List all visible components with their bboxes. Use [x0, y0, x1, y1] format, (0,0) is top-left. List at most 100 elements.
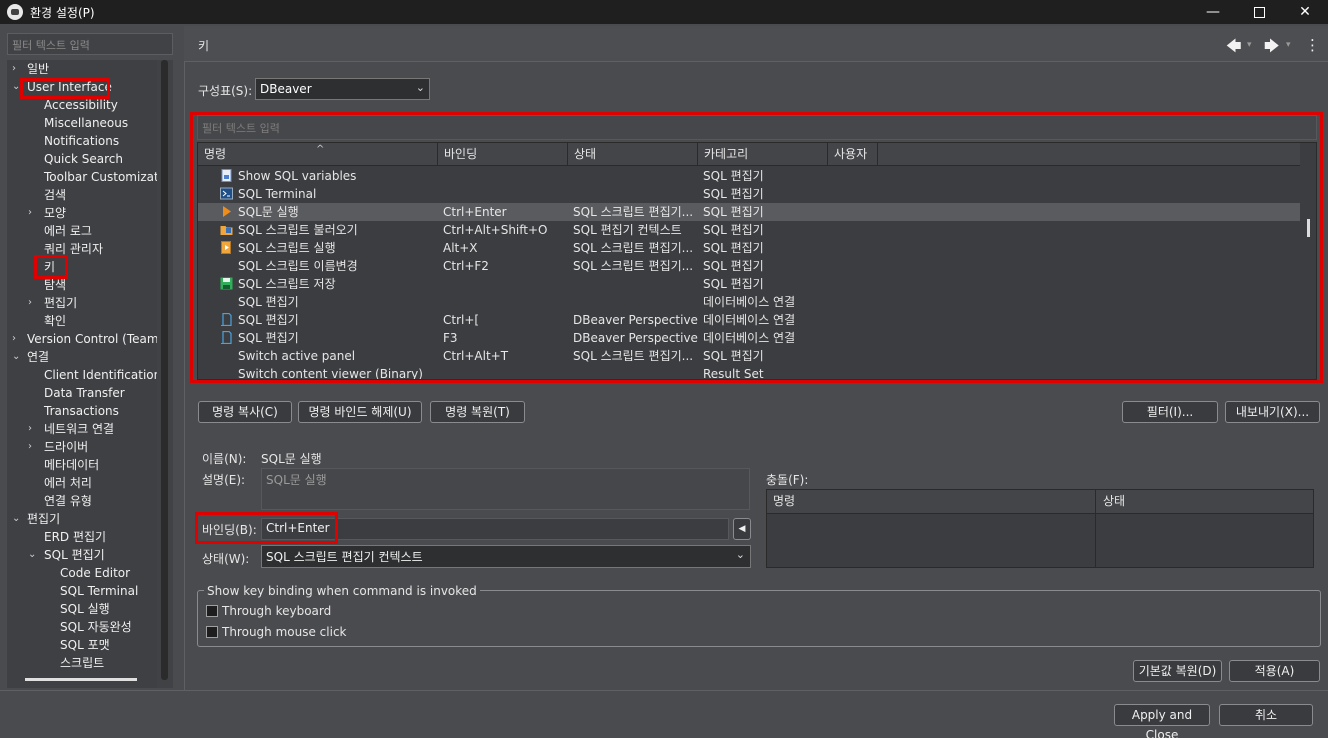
through-keyboard-label[interactable]: Through keyboard: [222, 604, 331, 618]
tree-item[interactable]: SQL 편집기: [44, 546, 105, 564]
collapsed-arrow-icon[interactable]: ›: [12, 330, 22, 348]
table-row[interactable]: SQL 스크립트 불러오기 Ctrl+Alt+Shift+O SQL 편집기 컨텍스…: [198, 221, 1302, 239]
copy-command-button[interactable]: 명령 복사(C): [198, 401, 292, 423]
unbind-command-button[interactable]: 명령 바인드 해제(U): [298, 401, 422, 423]
collapsed-arrow-icon[interactable]: ›: [28, 204, 38, 222]
table-row[interactable]: SQL문 실행 Ctrl+Enter SQL 스크립트 편집기... SQL 편집기: [198, 203, 1302, 221]
tree-item[interactable]: 메타데이터: [44, 456, 99, 474]
tree-item[interactable]: Notifications: [44, 132, 119, 150]
expanded-arrow-icon[interactable]: ⌄: [12, 78, 22, 96]
back-arrow-icon[interactable]: 🡄: [1226, 36, 1242, 61]
back-dropdown-icon[interactable]: ▾: [1247, 40, 1252, 50]
tree-item[interactable]: 연결: [27, 348, 49, 366]
tree-item[interactable]: 편집기: [44, 294, 77, 312]
tree-item[interactable]: Version Control (Team): [27, 330, 157, 348]
column-header-when[interactable]: 상태: [568, 143, 698, 166]
column-header-command[interactable]: 명령 ^: [198, 143, 438, 166]
tree-hscroll-thumb[interactable]: [25, 678, 137, 681]
tree-item[interactable]: 일반: [27, 60, 49, 78]
tree-item[interactable]: SQL Terminal: [60, 582, 138, 600]
description-field[interactable]: SQL문 실행: [261, 468, 750, 510]
tree-item[interactable]: Client Identification: [44, 366, 157, 384]
table-row[interactable]: SQL Terminal SQL 편집기: [198, 185, 1302, 203]
binding-menu-button[interactable]: ◀: [733, 518, 751, 540]
tree-item[interactable]: Miscellaneous: [44, 114, 128, 132]
tree-item[interactable]: Accessibility: [44, 96, 118, 114]
tree-item[interactable]: 확인: [44, 312, 66, 330]
collapsed-arrow-icon[interactable]: ›: [28, 294, 38, 312]
tree-item[interactable]: 에러 로그: [44, 222, 92, 240]
tree-item[interactable]: 편집기: [27, 510, 60, 528]
tree-item[interactable]: ERD 편집기: [44, 528, 106, 546]
cancel-button[interactable]: 취소: [1219, 704, 1313, 726]
restore-command-button[interactable]: 명령 복원(T): [430, 401, 525, 423]
expanded-arrow-icon[interactable]: ⌄: [12, 348, 22, 366]
when-select[interactable]: SQL 스크립트 편집기 컨텍스트 ⌄: [261, 545, 751, 568]
tree-item[interactable]: 쿼리 관리자: [44, 240, 103, 258]
column-header-user[interactable]: 사용자: [828, 143, 878, 166]
tree-vertical-scrollbar[interactable]: [157, 60, 173, 688]
table-row[interactable]: Show SQL variables SQL 편집기: [198, 167, 1302, 185]
table-row[interactable]: SQL 스크립트 실행 Alt+X SQL 스크립트 편집기... SQL 편집기: [198, 239, 1302, 257]
conflicts-column-command[interactable]: 명령: [767, 490, 795, 514]
table-row[interactable]: Switch content viewer (Binary) Result Set: [198, 365, 1302, 379]
minimize-button[interactable]: —: [1190, 0, 1236, 24]
export-button[interactable]: 내보내기(X)...: [1225, 401, 1320, 423]
tree-item[interactable]: Transactions: [44, 402, 119, 420]
view-menu-icon[interactable]: ⋮: [1305, 36, 1320, 54]
restore-defaults-button[interactable]: 기본값 복원(D): [1133, 660, 1222, 682]
table-vertical-scrollbar[interactable]: [1300, 143, 1316, 379]
tree-horizontal-scrollbar[interactable]: [7, 674, 157, 688]
expanded-arrow-icon[interactable]: ⌄: [12, 510, 22, 528]
tree-item[interactable]: User Interface: [27, 78, 112, 96]
apply-and-close-button[interactable]: Apply and Close: [1114, 704, 1210, 738]
tree-item[interactable]: Quick Search: [44, 150, 123, 168]
tree-scroll-thumb[interactable]: [161, 60, 168, 680]
table-row[interactable]: SQL 편집기 F3 DBeaver Perspective 데이터베이스 연결: [198, 329, 1302, 347]
forward-dropdown-icon[interactable]: ▾: [1286, 40, 1291, 50]
through-mouse-label[interactable]: Through mouse click: [222, 625, 347, 639]
table-scroll-thumb[interactable]: [1307, 219, 1310, 237]
tree-item[interactable]: 검색: [44, 186, 66, 204]
collapsed-arrow-icon[interactable]: ›: [28, 438, 38, 456]
collapsed-arrow-icon[interactable]: ›: [28, 420, 38, 438]
tree-item[interactable]: 모양: [44, 204, 66, 222]
tree-item[interactable]: Data Transfer: [44, 384, 125, 402]
scheme-value: DBeaver: [260, 82, 312, 96]
tree-item[interactable]: Code Editor: [60, 564, 130, 582]
tree-item[interactable]: 키: [44, 258, 55, 276]
table-row[interactable]: Switch active panel Ctrl+Alt+T SQL 스크립트 편집…: [198, 347, 1302, 365]
table-row[interactable]: SQL 스크립트 이름변경 Ctrl+F2 SQL 스크립트 편집기... SQL 편…: [198, 257, 1302, 275]
table-row[interactable]: SQL 스크립트 저장 SQL 편집기: [198, 275, 1302, 293]
tree-item[interactable]: 탐색: [44, 276, 66, 294]
maximize-button[interactable]: [1236, 0, 1282, 24]
tree-item[interactable]: 스크립트: [60, 654, 104, 672]
tree-item[interactable]: 연결 유형: [44, 492, 92, 510]
through-keyboard-checkbox[interactable]: [206, 605, 218, 617]
column-header-binding[interactable]: 바인딩: [438, 143, 568, 166]
table-cell-name: SQL문 실행: [238, 205, 299, 219]
expanded-arrow-icon[interactable]: ⌄: [28, 546, 38, 564]
tree-item[interactable]: 네트워크 연결: [44, 420, 114, 438]
table-cell-name: SQL 편집기: [238, 295, 299, 309]
close-button[interactable]: ✕: [1282, 0, 1328, 24]
through-mouse-checkbox[interactable]: [206, 626, 218, 638]
apply-button[interactable]: 적용(A): [1229, 660, 1320, 682]
filters-button[interactable]: 필터(I)...: [1122, 401, 1218, 423]
tree-item[interactable]: SQL 실행: [60, 600, 110, 618]
table-row[interactable]: SQL 편집기 Ctrl+[DBeaver Perspective 데이터베이스 연…: [198, 311, 1302, 329]
collapsed-arrow-icon[interactable]: ›: [12, 60, 22, 78]
tree-item[interactable]: SQL 자동완성: [60, 618, 132, 636]
tree-item[interactable]: 에러 처리: [44, 474, 92, 492]
scheme-select[interactable]: DBeaver ⌄: [255, 78, 430, 100]
command-filter-input[interactable]: 필터 텍스트 입력: [197, 115, 1317, 140]
column-header-category[interactable]: 카테고리: [698, 143, 828, 166]
forward-arrow-icon[interactable]: 🡆: [1264, 36, 1280, 61]
tree-item[interactable]: Toolbar Customizatio: [44, 168, 157, 186]
conflicts-column-when[interactable]: 상태: [1097, 490, 1125, 514]
preferences-filter-input[interactable]: 필터 텍스트 입력: [7, 33, 173, 55]
table-row[interactable]: SQL 편집기 데이터베이스 연결: [198, 293, 1302, 311]
tree-item[interactable]: SQL 포맷: [60, 636, 110, 654]
binding-input[interactable]: Ctrl+Enter: [261, 518, 729, 540]
tree-item[interactable]: 드라이버: [44, 438, 88, 456]
